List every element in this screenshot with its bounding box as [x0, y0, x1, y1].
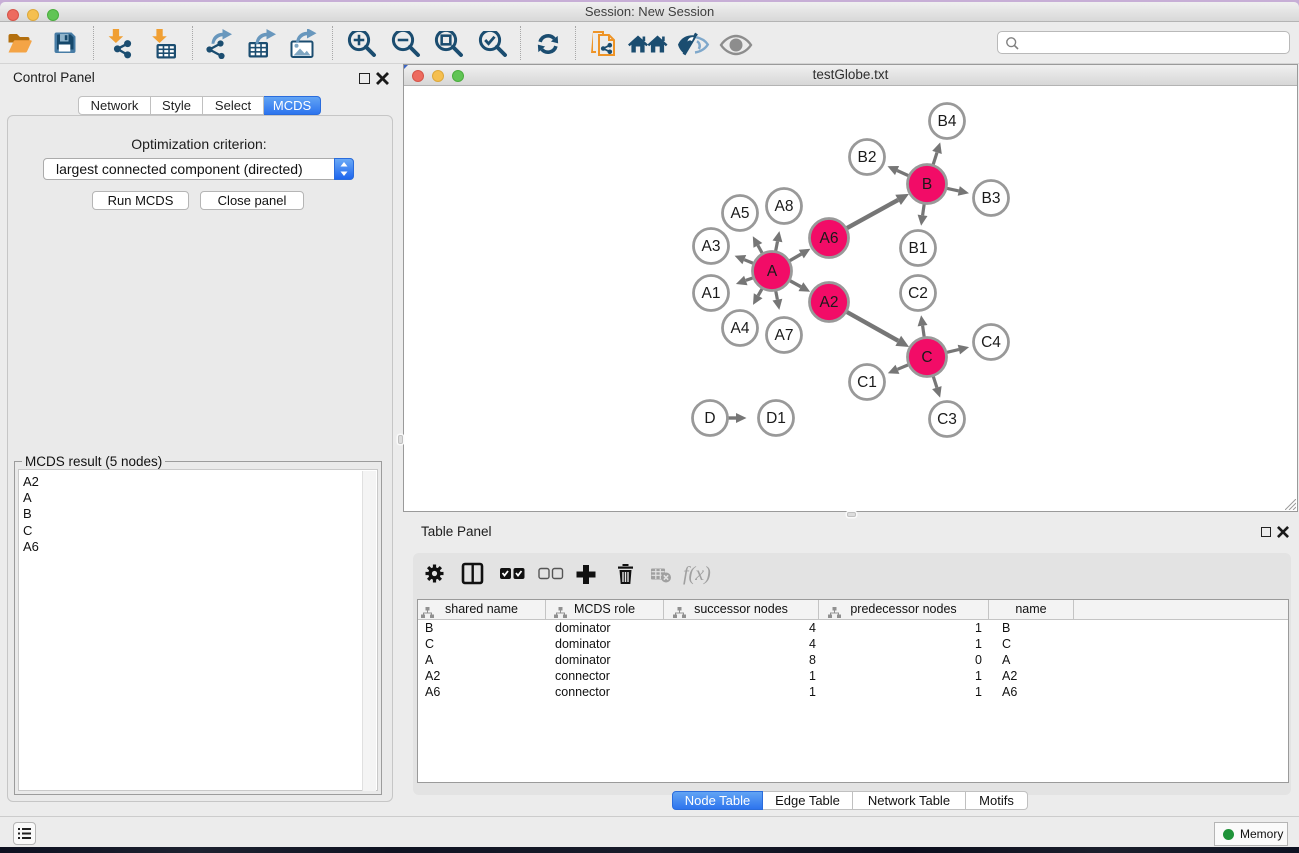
- svg-text:f(x): f(x): [683, 563, 711, 585]
- svg-text:A7: A7: [775, 327, 794, 344]
- svg-text:C4: C4: [981, 334, 1001, 351]
- svg-text:C2: C2: [908, 285, 928, 302]
- svg-text:C: C: [921, 349, 932, 366]
- svg-text:C3: C3: [937, 411, 957, 428]
- svg-text:A5: A5: [731, 205, 750, 222]
- svg-text:B4: B4: [938, 113, 957, 130]
- svg-text:A2: A2: [820, 294, 839, 311]
- svg-text:A1: A1: [702, 285, 721, 302]
- svg-text:A8: A8: [775, 198, 794, 215]
- svg-text:B1: B1: [909, 240, 928, 257]
- svg-text:C1: C1: [857, 374, 877, 391]
- svg-text:D1: D1: [766, 410, 786, 427]
- svg-text:A: A: [767, 263, 778, 280]
- svg-text:B3: B3: [982, 190, 1001, 207]
- svg-text:B: B: [922, 176, 932, 193]
- svg-text:A4: A4: [731, 320, 750, 337]
- svg-text:A3: A3: [702, 238, 721, 255]
- svg-text:D: D: [704, 410, 715, 427]
- svg-text:B2: B2: [858, 149, 877, 166]
- svg-text:A6: A6: [820, 230, 839, 247]
